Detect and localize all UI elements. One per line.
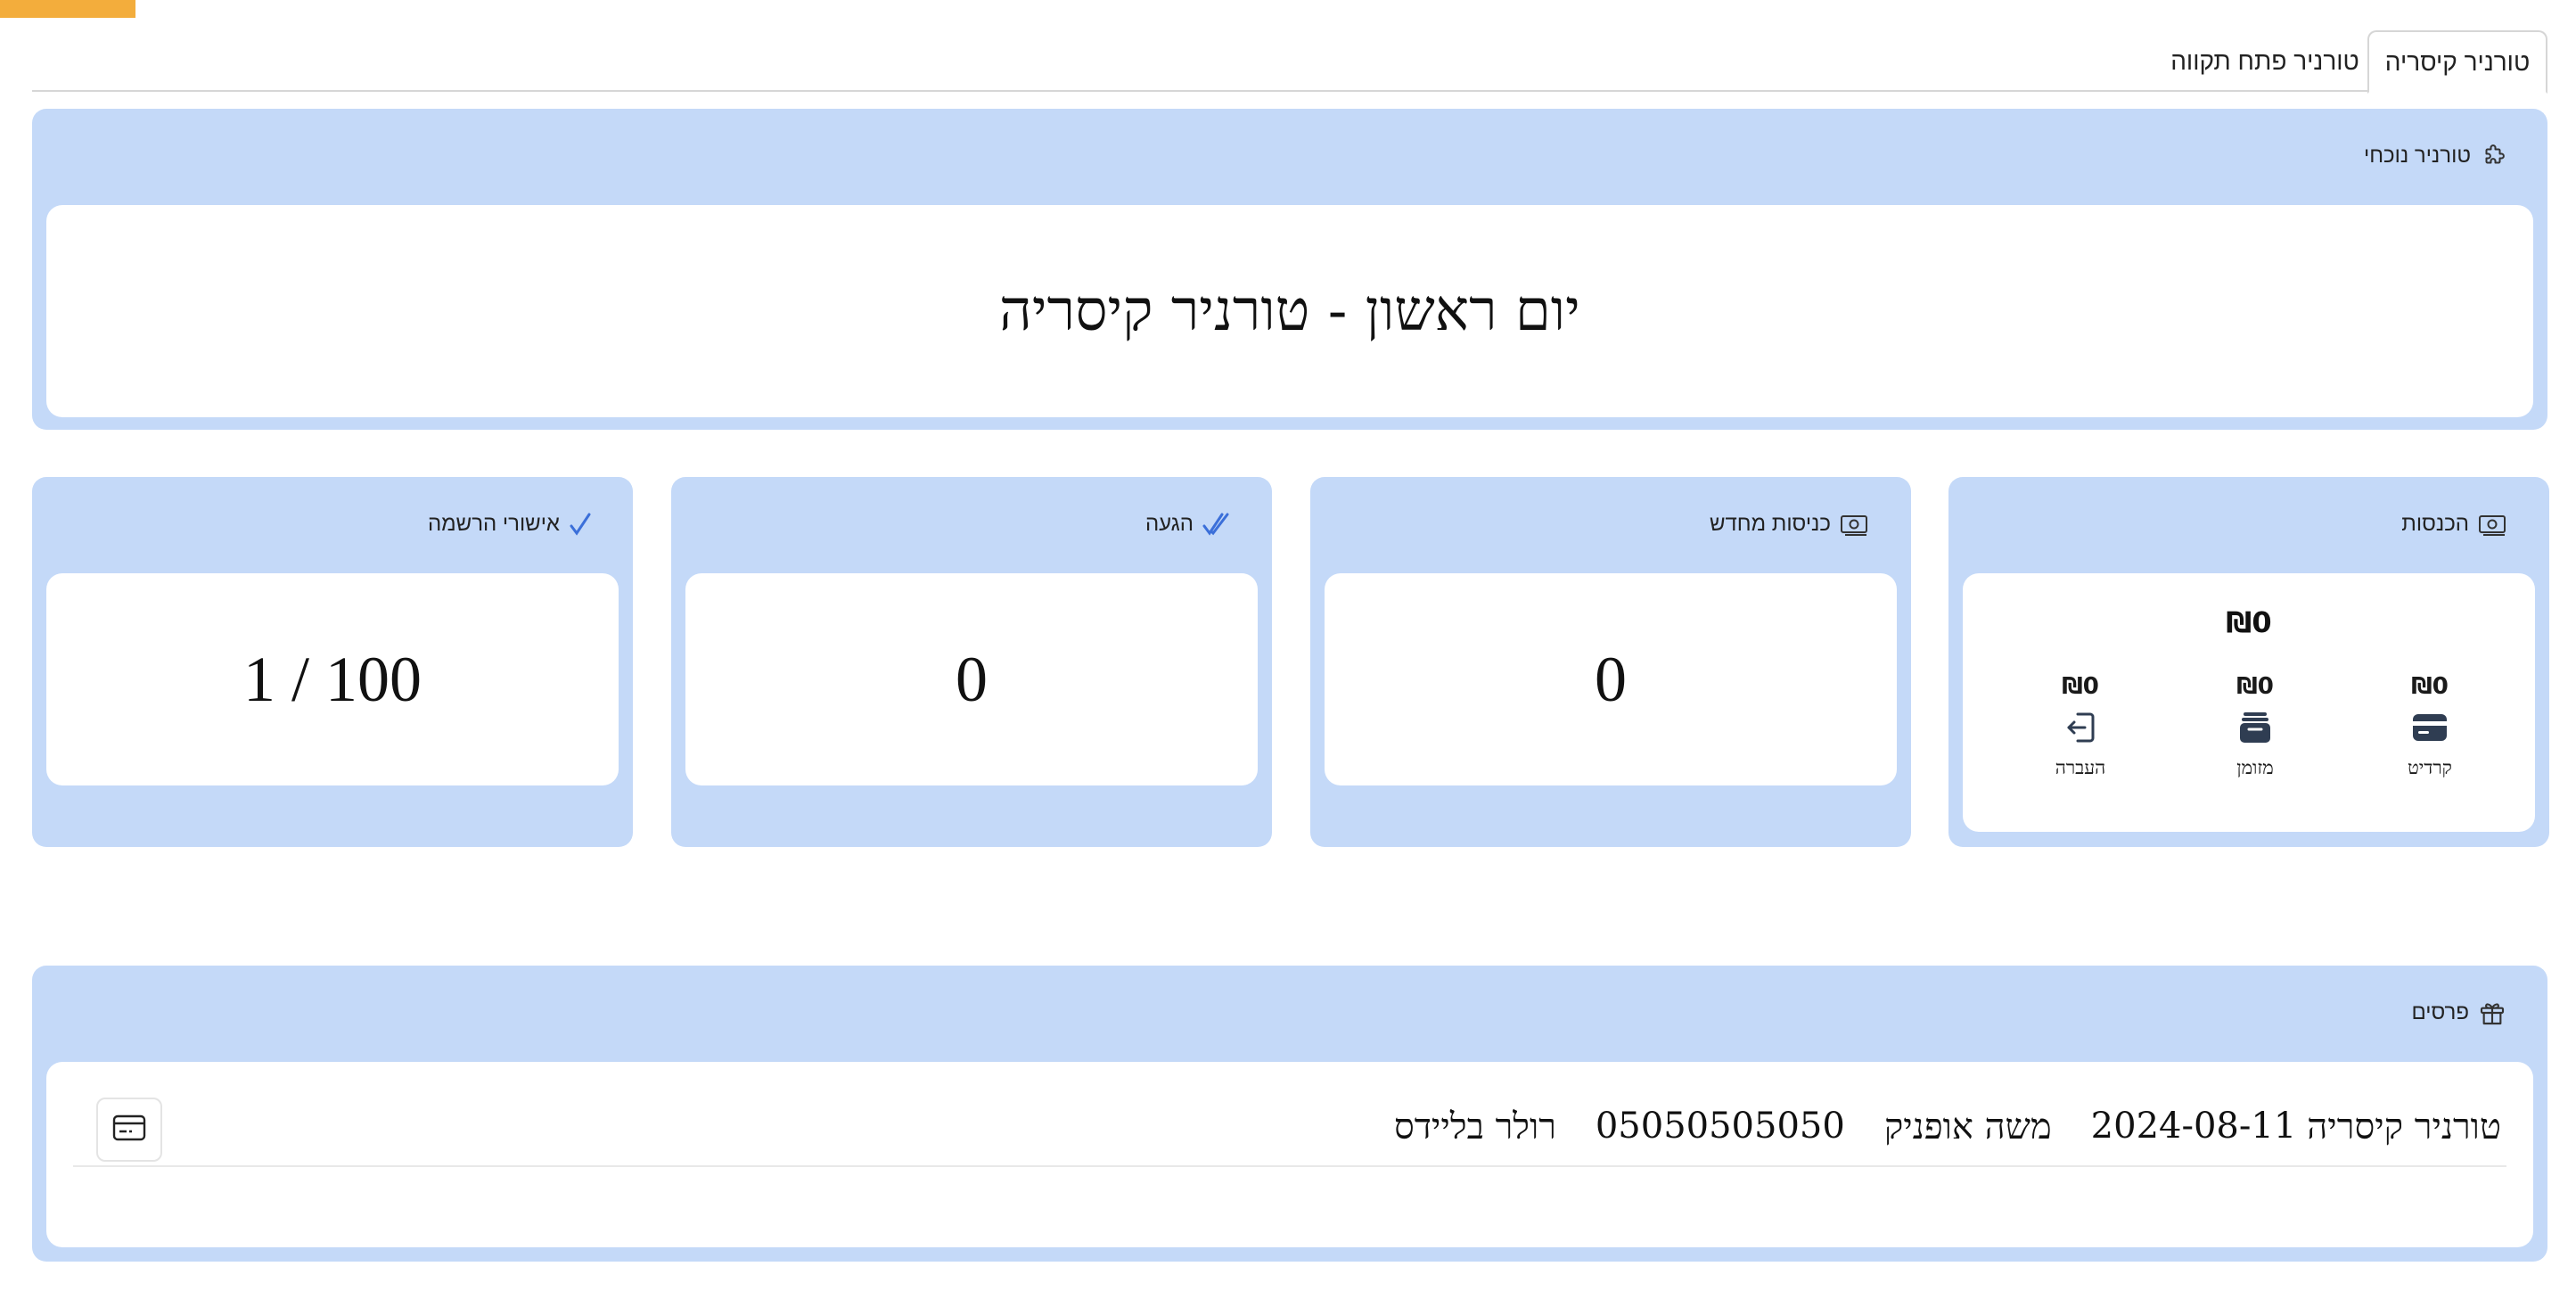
tournament-tabs: טורניר קיסריה טורניר פתח תקווה [32,30,2547,94]
current-tournament-panel: טורניר נוכחי יום ראשון - טורניר קיסריה [32,109,2547,430]
credit-card-icon [111,1114,147,1146]
registration-value: 100 / 1 [243,643,422,715]
income-total: ₪0 [2226,605,2272,639]
prize-tournament: טורניר קיסריה [2307,1106,2501,1147]
new-entries-label: כניסות מחדש [1709,512,1831,536]
prizes-card: טורניר קיסריה 2024-08-11 משה אופניק 0505… [46,1062,2533,1247]
cash-amount: ₪0 [2236,673,2274,700]
income-cash: ₪0 מזומן [2202,673,2309,779]
arrival-label: הגעה [1144,512,1194,536]
cash-icon [1840,512,1870,537]
current-tournament-title: יום ראשון - טורניר קיסריה [999,278,1580,344]
new-entries-panel: כניסות מחדש 0 [1310,477,1911,847]
income-label: הכנסות [2401,512,2469,536]
income-credit: ₪0 קרדיט [2376,673,2483,779]
transfer-label: העברה [2055,757,2106,778]
gift-icon [2478,999,2506,1027]
prizes-panel: פרסים טורניר קיסריה 2024-08-11 משה אופני… [32,966,2547,1262]
credit-label: קרדיט [2408,757,2452,778]
transfer-amount: ₪0 [2062,673,2099,700]
current-tournament-label: טורניר נוכחי [2364,144,2471,168]
check-icon [569,512,592,537]
arrival-panel: הגעה 0 [671,477,1272,847]
income-card: ₪0 ₪0 קרדיט ₪0 מזומן ₪0 העברה [1963,573,2535,832]
registration-card: 100 / 1 [46,573,619,785]
prizes-label: פרסים [2411,1000,2469,1024]
tab-caesarea[interactable]: טורניר קיסריה [2367,30,2547,94]
table-row: טורניר קיסריה 2024-08-11 משה אופניק 0505… [73,1087,2506,1167]
credit-amount: ₪0 [2411,673,2449,700]
current-tournament-header: טורניר נוכחי [2364,109,2506,203]
credit-card-icon [2376,709,2483,746]
arrival-header: הגעה [1145,477,1231,571]
wallet-icon [2202,709,2309,746]
new-entries-value: 0 [1595,643,1627,715]
puzzle-icon [2480,143,2506,169]
prize-phone: 05050505050 [1595,1105,1845,1147]
cash-label: מזומן [2236,757,2274,778]
income-transfer: ₪0 העברה [2027,673,2134,779]
transfer-icon [2027,709,2134,746]
prize-payment-button[interactable] [96,1098,162,1162]
registration-panel: אישורי הרשמה 100 / 1 [32,477,633,847]
double-check-icon [1202,512,1231,537]
tab-petah-tikva[interactable]: טורניר פתח תקווה [2166,30,2364,92]
prize-winner-name: משה אופניק [1883,1106,2052,1147]
registration-label: אישורי הרשמה [427,512,560,536]
cash-icon [2478,512,2508,537]
new-entries-header: כניסות מחדש [1710,477,1870,571]
prize-date: 2024-08-11 [2090,1105,2297,1147]
current-tournament-card: יום ראשון - טורניר קיסריה [46,205,2533,417]
registration-header: אישורי הרשמה [428,477,592,571]
corner-badge[interactable] [0,0,135,18]
arrival-value: 0 [956,643,988,715]
income-header: הכנסות [2401,477,2508,571]
prize-item: רולר בליידס [1393,1106,1556,1147]
income-panel: הכנסות ₪0 ₪0 קרדיט ₪0 מזומן ₪0 העברה [1948,477,2549,847]
arrival-card: 0 [685,573,1258,785]
new-entries-card: 0 [1325,573,1897,785]
prizes-header: פרסים [2411,966,2506,1060]
